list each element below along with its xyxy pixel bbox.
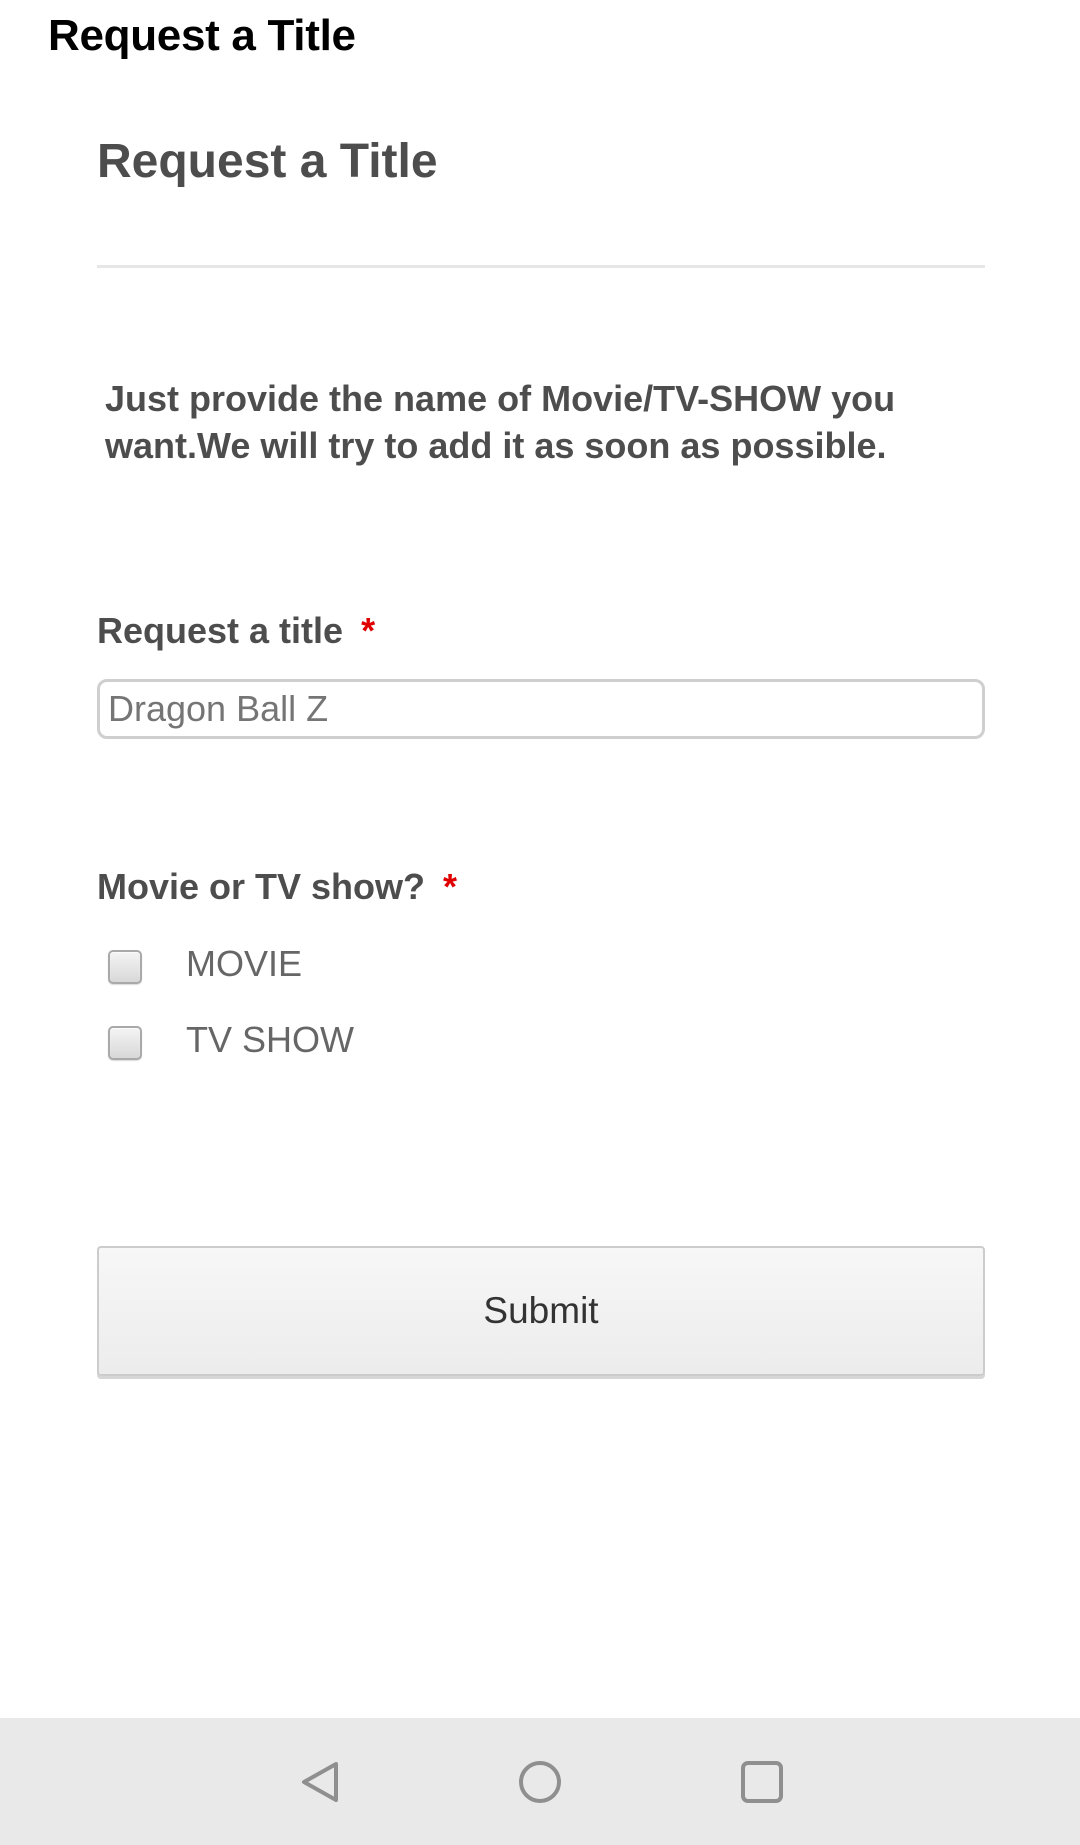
nav-recent-apps-button[interactable] [702,1718,822,1845]
submit-button[interactable]: Submit [97,1246,985,1376]
tv-show-checkbox[interactable] [108,1026,142,1060]
home-icon [519,1760,561,1803]
heading-divider [97,265,985,268]
form-description: Just provide the name of Movie/TV-SHOW y… [105,378,896,466]
required-marker: * [361,610,376,651]
option-tv-show[interactable]: TV SHOW [108,1018,354,1062]
nav-home-button[interactable] [480,1718,600,1845]
type-field-label-text: Movie or TV show? [97,866,426,907]
required-marker: * [443,866,458,907]
form-heading: Request a Title [97,135,438,188]
system-nav-bar [0,1718,1080,1845]
app-title: Request a Title [48,11,356,60]
option-movie[interactable]: MOVIE [108,942,302,986]
back-icon [302,1761,338,1802]
title-field-label-text: Request a title [97,610,344,651]
title-input[interactable] [97,679,985,739]
type-field-label: Movie or TV show? * [97,864,457,910]
nav-back-button[interactable] [260,1718,380,1845]
movie-option-label[interactable]: MOVIE [186,942,302,986]
recent-apps-icon [741,1760,783,1803]
title-field-label: Request a title * [97,608,375,654]
movie-checkbox[interactable] [108,950,142,984]
tv-show-option-label[interactable]: TV SHOW [186,1018,354,1062]
